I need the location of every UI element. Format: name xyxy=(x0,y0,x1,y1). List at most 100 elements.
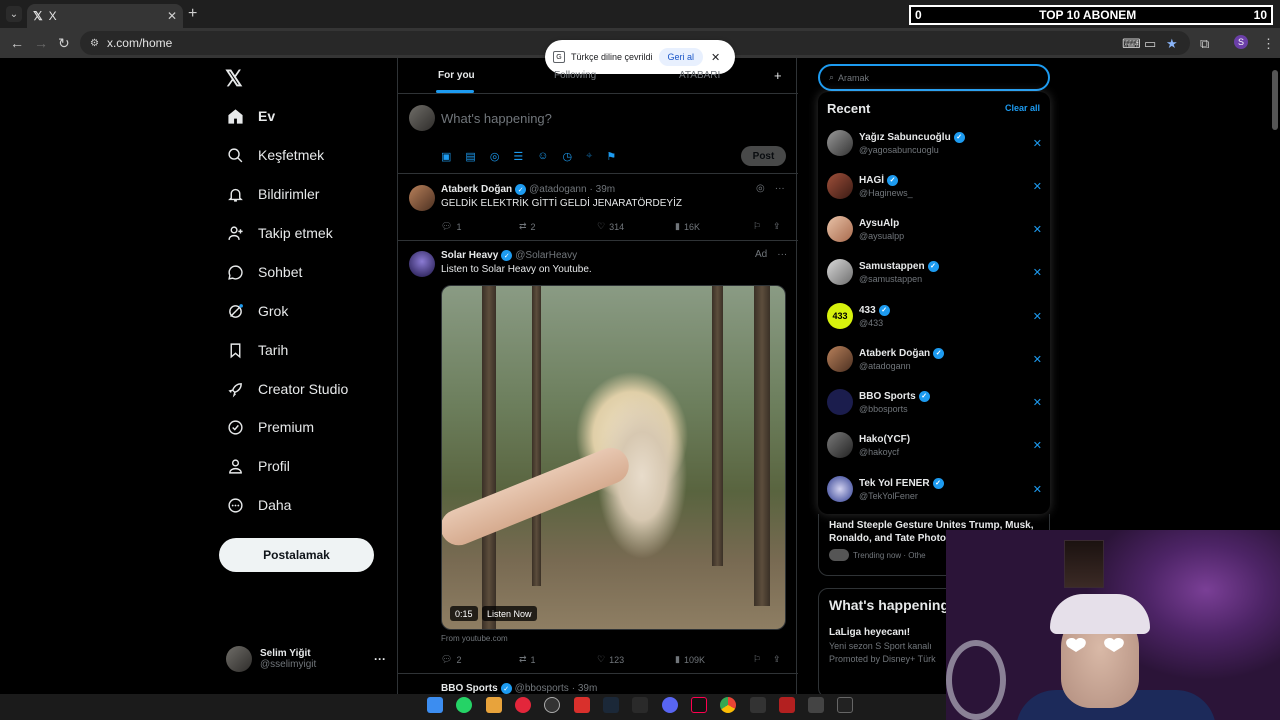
more-icon[interactable]: ··· xyxy=(777,249,787,260)
tweet-time[interactable]: · 39m xyxy=(590,184,616,195)
tab-for-you[interactable]: For you xyxy=(438,70,475,81)
recent-search-item[interactable]: Samustappen ✓ @samustappen ✕ xyxy=(827,252,1042,292)
reply-button[interactable]: 💬︎ 2 xyxy=(441,654,519,665)
app-icon[interactable] xyxy=(574,697,590,713)
app-icon[interactable] xyxy=(750,697,766,713)
tweet-author-handle[interactable]: @SolarHeavy xyxy=(515,250,577,261)
page-scrollbar[interactable] xyxy=(1270,58,1280,694)
sidebar-item-more[interactable]: Daha xyxy=(226,496,291,514)
back-icon[interactable]: ← xyxy=(10,35,24,51)
tab-atabari[interactable]: ATABARI xyxy=(679,70,720,81)
extensions-icon[interactable]: ⧉ xyxy=(1200,36,1209,52)
sidebar-item-follow[interactable]: Takip etmek xyxy=(226,224,333,242)
views-button[interactable]: ▮ 109K xyxy=(675,654,753,665)
add-tab-icon[interactable]: + xyxy=(774,68,782,83)
avatar[interactable] xyxy=(409,185,435,211)
sidebar-item-profile[interactable]: Profil xyxy=(226,457,290,475)
tiktok-icon[interactable] xyxy=(691,697,707,713)
account-switcher[interactable]: Selim Yiğit @sselimyigit ··· xyxy=(226,643,386,675)
tweet-author-name[interactable]: Solar Heavy xyxy=(441,250,498,261)
repost-button[interactable]: ⇄ 1 xyxy=(519,654,597,665)
sidebar-item-chat[interactable]: Sohbet xyxy=(226,263,302,281)
chrome-icon[interactable] xyxy=(720,697,736,713)
remove-icon[interactable]: ✕ xyxy=(1033,137,1042,150)
tweet-author-handle[interactable]: @bbosports xyxy=(515,683,569,694)
gif-icon[interactable]: ▤ xyxy=(465,150,475,163)
repost-button[interactable]: ⇄ 2 xyxy=(519,221,597,232)
sidebar-item-bookmarks[interactable]: Tarih xyxy=(226,341,288,359)
forward-icon[interactable]: → xyxy=(34,35,48,51)
reload-icon[interactable]: ↻ xyxy=(58,35,70,52)
tweet[interactable]: Solar Heavy ✓ @SolarHeavy Ad ··· Listen … xyxy=(398,241,798,674)
tweet-author-handle[interactable]: @atadogann xyxy=(529,184,586,195)
more-icon[interactable]: ··· xyxy=(374,652,386,666)
like-button[interactable]: ♡ 123 xyxy=(597,654,675,665)
recent-search-item[interactable]: 433 433 ✓ @433 ✕ xyxy=(827,296,1042,336)
schedule-icon[interactable]: ◷ xyxy=(563,150,573,163)
tab-close-icon[interactable]: ✕ xyxy=(167,9,177,23)
recent-search-item[interactable]: AysuAlp @aysualpp ✕ xyxy=(827,209,1042,249)
grok-icon[interactable]: ◎ xyxy=(490,150,500,163)
tweet-video[interactable]: 0:15 Listen Now xyxy=(441,285,786,630)
search-input[interactable]: ⌕ Aramak xyxy=(818,64,1050,91)
like-button[interactable]: ♡ 314 xyxy=(597,221,675,232)
remove-icon[interactable]: ✕ xyxy=(1033,223,1042,236)
remove-icon[interactable]: ✕ xyxy=(1033,180,1042,193)
recent-search-item[interactable]: Hako(YCF) @hakoycf ✕ xyxy=(827,425,1042,465)
bookmark-star-icon[interactable]: ★ xyxy=(1166,36,1178,52)
sidebar-item-home[interactable]: Ev xyxy=(226,107,275,125)
flag-icon[interactable]: ⚑ xyxy=(606,150,616,163)
bookmark-button[interactable]: ⚐ xyxy=(753,654,773,665)
translate-icon[interactable]: ⌨ xyxy=(1122,36,1141,52)
recent-search-item[interactable]: Yağız Sabuncuoğlu ✓ @yagosabuncuoglu ✕ xyxy=(827,123,1042,163)
recent-search-item[interactable]: Ataberk Doğan ✓ @atadogann ✕ xyxy=(827,339,1042,379)
browser-profile-avatar[interactable]: S xyxy=(1234,35,1248,49)
emoji-icon[interactable]: ☺ xyxy=(537,150,548,163)
bookmark-button[interactable]: ⚐ xyxy=(753,221,773,232)
recent-search-item[interactable]: BBO Sports ✓ @bbosports ✕ xyxy=(827,382,1042,422)
remove-icon[interactable]: ✕ xyxy=(1033,396,1042,409)
remove-icon[interactable]: ✕ xyxy=(1033,439,1042,452)
install-icon[interactable]: ▭ xyxy=(1144,36,1156,52)
sidebar-item-premium[interactable]: Premium xyxy=(226,418,314,436)
new-tab-icon[interactable]: + xyxy=(188,5,197,23)
compose-post-button[interactable]: Post xyxy=(741,146,786,166)
remove-icon[interactable]: ✕ xyxy=(1033,266,1042,279)
epic-games-icon[interactable] xyxy=(632,697,648,713)
avatar[interactable] xyxy=(409,251,435,277)
steam-icon[interactable] xyxy=(603,697,619,713)
remove-icon[interactable]: ✕ xyxy=(1033,310,1042,323)
sidebar-item-explore[interactable]: Keşfetmek xyxy=(226,146,324,164)
more-icon[interactable]: ··· xyxy=(775,183,785,194)
file-explorer-icon[interactable] xyxy=(486,697,502,713)
discord-icon[interactable] xyxy=(662,697,678,713)
menu-icon[interactable]: ⋮ xyxy=(1262,36,1275,52)
windows-start-icon[interactable] xyxy=(427,697,443,713)
tweet-author-name[interactable]: Ataberk Doğan xyxy=(441,184,512,195)
recent-search-item[interactable]: HAGİ ✓ @Haginews_ ✕ xyxy=(827,166,1042,206)
app-icon[interactable] xyxy=(808,697,824,713)
scrollbar-thumb[interactable] xyxy=(1272,70,1278,130)
browser-tab[interactable]: 𝕏 X ✕ xyxy=(27,4,183,28)
whatsapp-icon[interactable] xyxy=(456,697,472,713)
grok-icon[interactable]: ◎ xyxy=(756,183,765,194)
share-button[interactable]: ⇪ xyxy=(773,654,791,665)
link-source[interactable]: From youtube.com xyxy=(441,634,508,643)
x-logo-icon[interactable]: 𝕏 xyxy=(225,66,243,92)
compose-input[interactable]: What's happening? xyxy=(441,111,552,126)
clear-all-button[interactable]: Clear all xyxy=(1005,103,1040,113)
reply-button[interactable]: 💬︎ 1 xyxy=(441,221,519,232)
poll-icon[interactable]: ☰ xyxy=(513,150,523,163)
views-button[interactable]: ▮ 16K xyxy=(675,221,753,232)
terminal-icon[interactable] xyxy=(837,697,853,713)
tab-following[interactable]: Following xyxy=(554,70,596,81)
location-icon[interactable]: ⌖ xyxy=(586,150,592,163)
tab-search-dropdown-icon[interactable]: ⌄ xyxy=(6,6,22,22)
recent-search-item[interactable]: Tek Yol FENER ✓ @TekYolFener ✕ xyxy=(827,469,1042,509)
obs-icon[interactable] xyxy=(544,697,560,713)
opera-icon[interactable] xyxy=(515,697,531,713)
tweet[interactable]: Ataberk Doğan ✓ @atadogann · 39m ◎ ··· G… xyxy=(398,175,798,241)
sidebar-item-grok[interactable]: Grok xyxy=(226,302,288,320)
valorant-icon[interactable] xyxy=(779,697,795,713)
sidebar-item-notifications[interactable]: Bildirimler xyxy=(226,185,319,203)
